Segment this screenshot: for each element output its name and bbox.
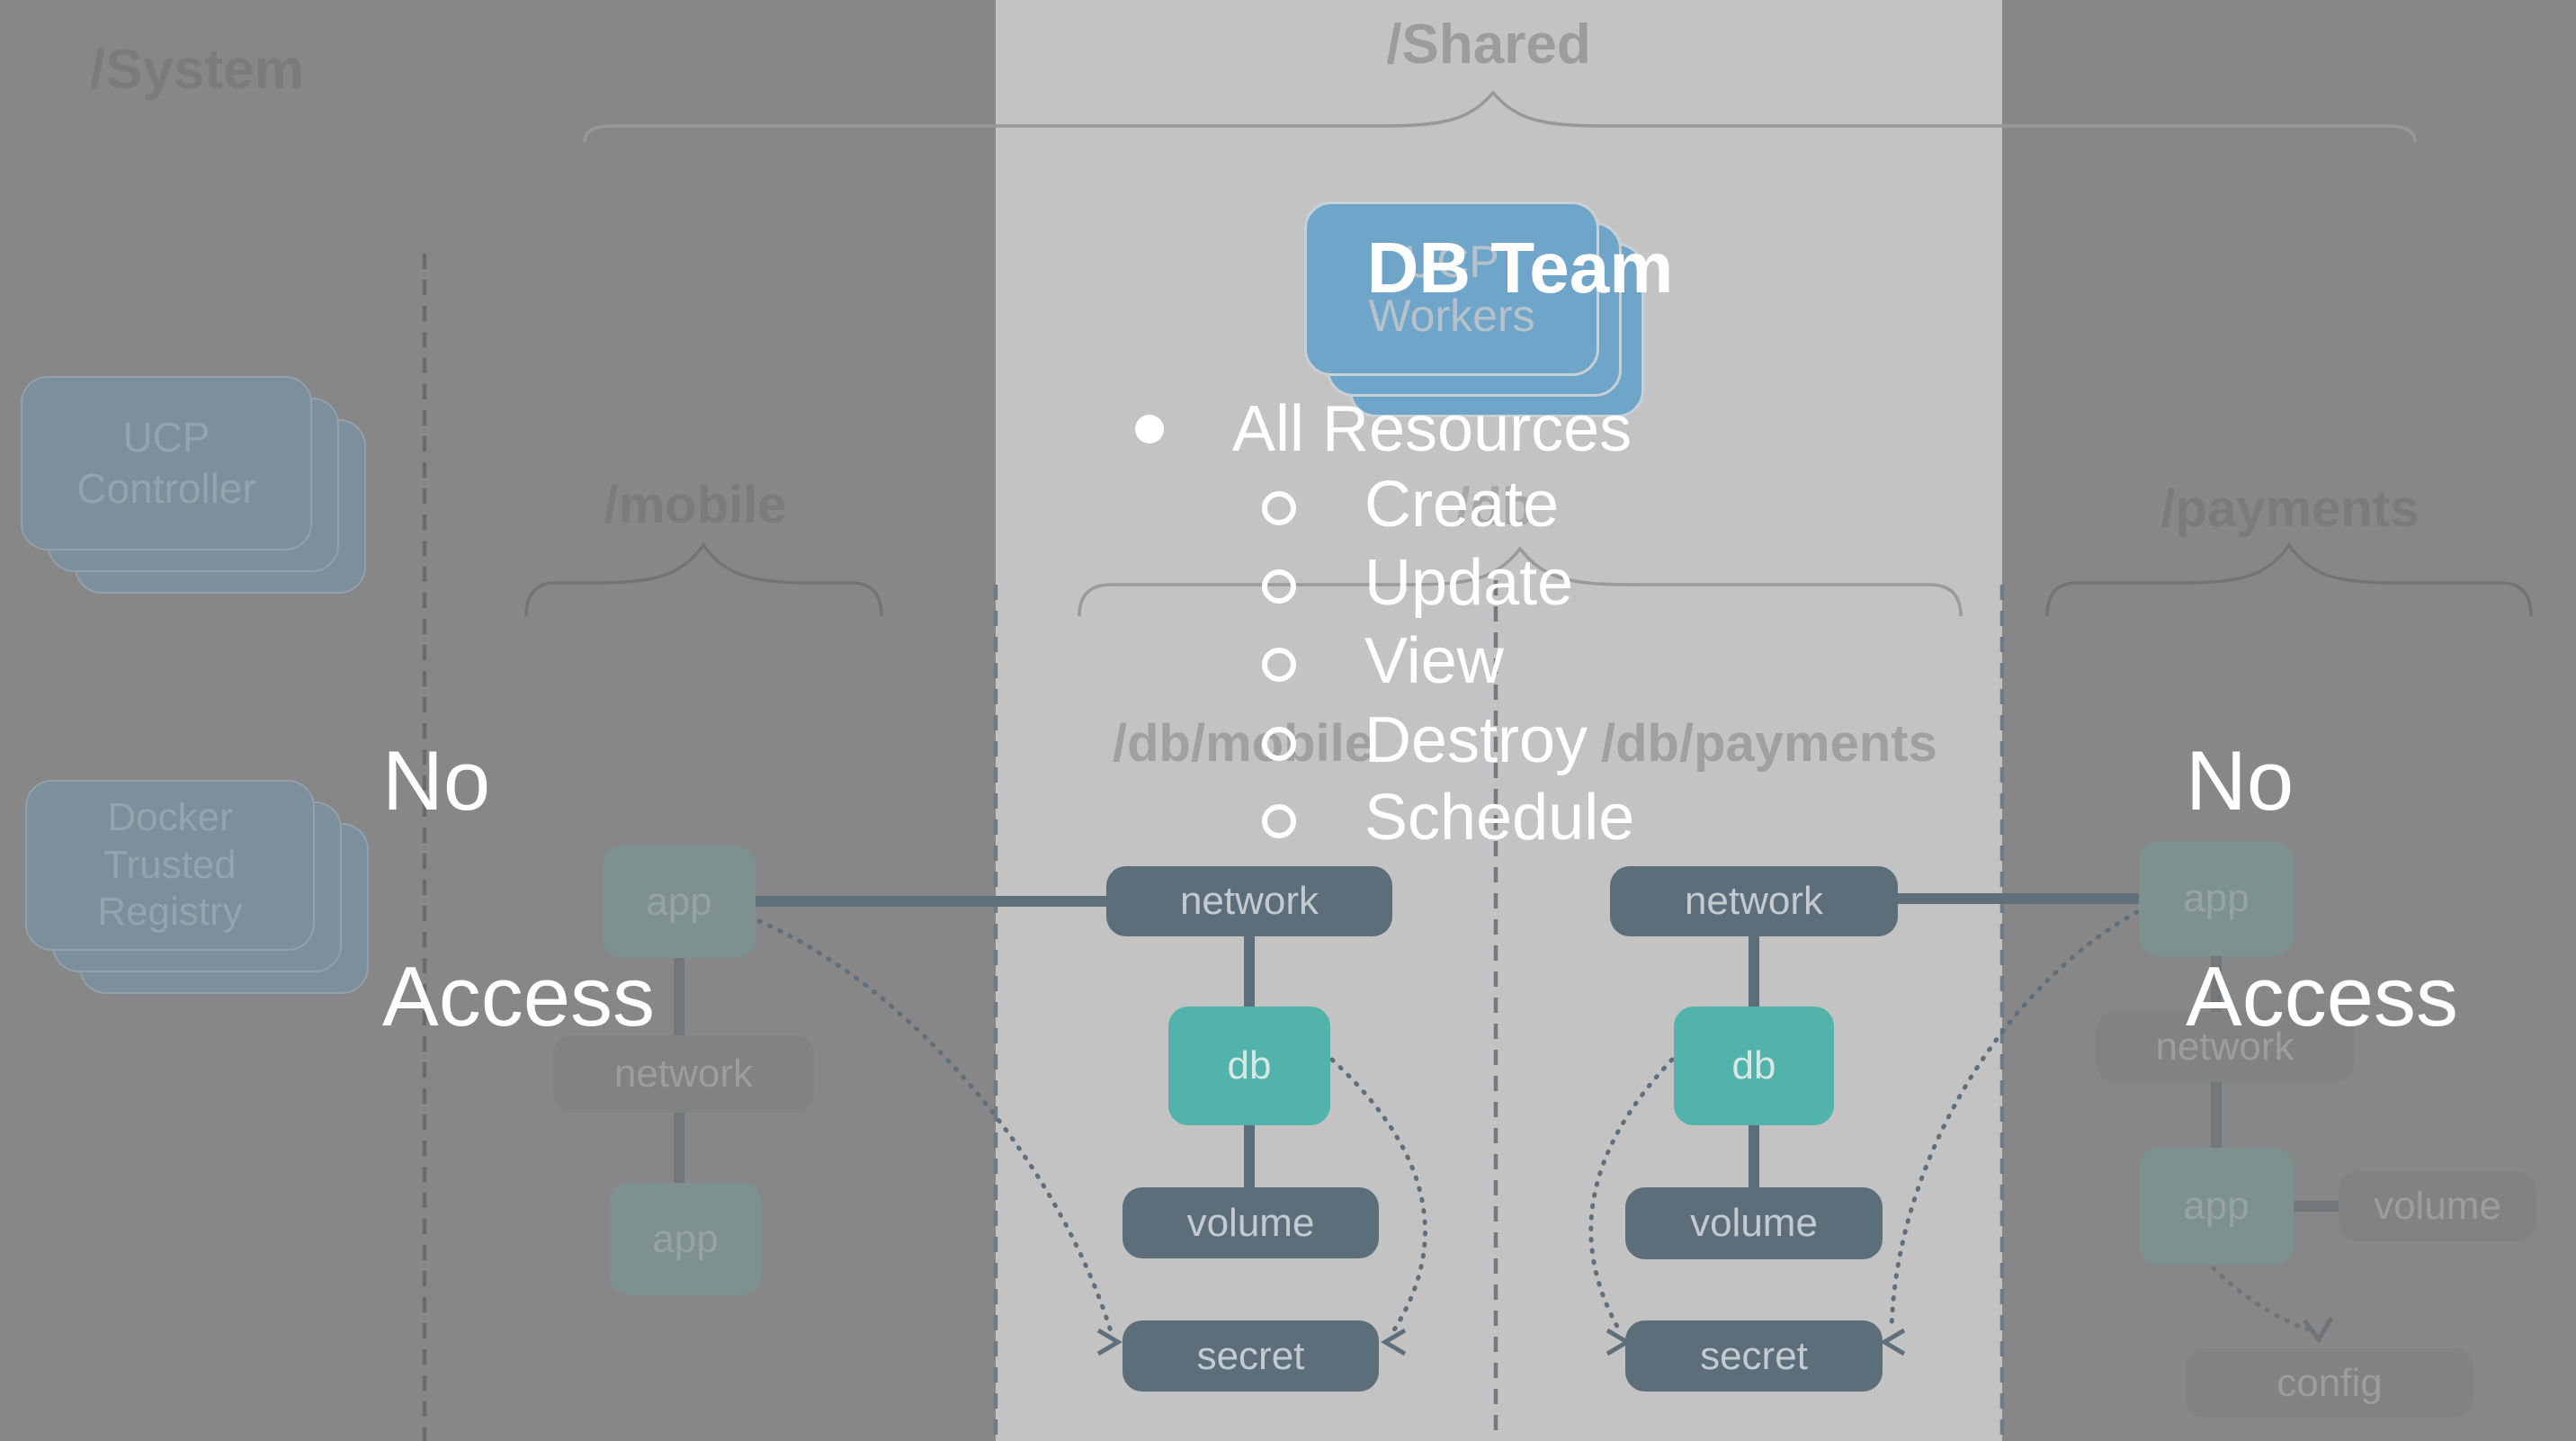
no-access-label-right: No Access [2186,619,2458,1159]
mobile-app-bottom-node: app [609,1183,762,1295]
zone-title-db-mobile: /db/mobile [1108,713,1378,774]
zone-title-system: /System [90,38,304,102]
no-access-label-left: No Access [382,619,655,1159]
dtr-label-line2: Trusted [103,842,237,890]
arrow-down-icon [2304,1318,2331,1339]
payments-brace [2047,545,2531,616]
zone-title-shared: /Shared [1345,13,1632,76]
db-payments-volume-node: volume [1625,1187,1883,1259]
docker-trusted-registry-card: Docker Trusted Registry [25,780,315,951]
no-access-right-line1: No [2186,727,2458,835]
db-mobile-secret-node: secret [1123,1320,1379,1392]
payments-config-node: config [2186,1348,2473,1418]
ucp-controller-label-line2: Controller [76,463,255,515]
payments-app-bottom-node: app [2139,1148,2294,1265]
db-payments-db-node: db [1674,1007,1834,1125]
team-name-label: DB Team [1304,227,1736,309]
dtr-label-line1: Docker [107,794,232,842]
payments-volume-node: volume [2339,1171,2536,1241]
permission-item: Schedule [1364,779,1634,856]
paymentsapp-config-arc [2214,1268,2313,1331]
zone-title-db-payments: /db/payments [1601,713,1907,774]
db-mobile-volume-node: volume [1123,1187,1379,1258]
ucp-collections-access-diagram: /System /Shared /mobile /payments /db /d… [0,0,2576,1441]
no-access-left-line2: Access [382,943,655,1051]
permission-item: Create [1364,466,1559,543]
permission-item: Destroy [1364,702,1588,779]
circle-bullet-icon [1262,648,1296,682]
grant-title-label: All Resources [1232,390,1632,468]
filled-bullet-icon [1135,415,1164,443]
db-mobile-network-node: network [1106,866,1392,936]
circle-bullet-icon [1262,804,1296,838]
no-access-right-line2: Access [2186,943,2458,1051]
db-payments-secret-node: secret [1625,1320,1883,1392]
circle-bullet-icon [1262,491,1296,525]
circle-bullet-icon [1262,727,1296,761]
mobile-brace [526,545,881,616]
ucp-controller-card: UCP Controller [21,376,312,550]
dtr-label-line3: Registry [97,889,242,936]
ucp-controller-label-line1: UCP [122,412,210,464]
db-payments-network-node: network [1610,866,1898,936]
zone-title-mobile: /mobile [560,475,830,535]
db-mobile-db-node: db [1168,1007,1330,1125]
ucp-controller-stack: UCP Controller [21,376,309,547]
circle-bullet-icon [1262,569,1296,604]
permission-item: Update [1364,544,1573,622]
no-access-left-line1: No [382,727,655,835]
permission-item: View [1364,622,1504,700]
zone-title-payments: /payments [2155,479,2425,539]
docker-trusted-registry-stack: Docker Trusted Registry [25,780,311,947]
